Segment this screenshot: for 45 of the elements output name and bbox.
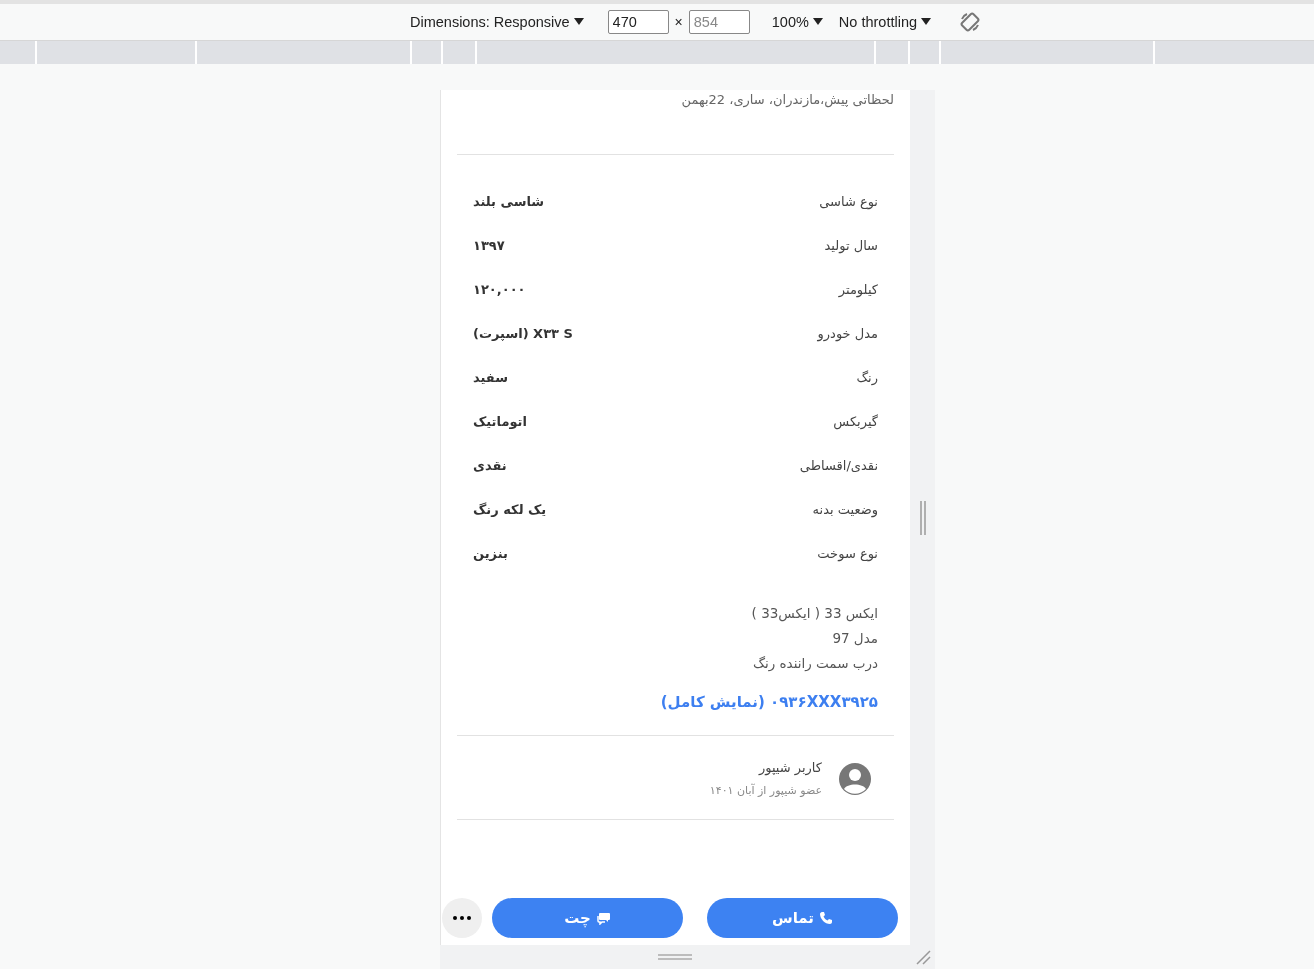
more-button[interactable] [442, 898, 482, 938]
chat-button[interactable]: چت [492, 898, 683, 938]
spec-value: X۳۳ S (اسپرت) [473, 325, 573, 341]
height-input[interactable]: 854 [688, 10, 750, 34]
member-since-text: عضو شیپور از آبان ۱۴۰۱ [709, 784, 822, 797]
location-text: لحظاتی پیش،مازندران، ساری، 22بهمن [680, 91, 894, 110]
caret-icon [921, 18, 932, 26]
width-input[interactable]: 470 [607, 10, 669, 34]
spec-value: یک لکه رنگ [473, 501, 547, 517]
spec-label: رنگ [856, 369, 878, 385]
avatar-icon [838, 761, 872, 796]
more-icon [453, 916, 471, 920]
phone-link[interactable]: ۰۹۳۶XXX۳۹۲۵ (نمایش کامل) [660, 693, 878, 711]
spec-value: اتوماتیک [473, 413, 527, 429]
caret-icon [812, 18, 823, 26]
description-line: ایکس 33 ( ایکس33 ) [750, 605, 878, 621]
chat-icon [595, 911, 611, 925]
spec-label: سال تولید [824, 237, 878, 253]
description-line: درب سمت راننده رنگ [751, 655, 878, 671]
spec-label: کیلومتر [838, 281, 878, 297]
spec-value: ۱۳۹۷ [473, 237, 505, 253]
spec-label: گیربکس [833, 413, 878, 429]
spec-label: نوع شاسی [819, 193, 878, 209]
spec-label: مدل خودرو [817, 325, 878, 341]
throttling-dropdown[interactable]: No throttling [838, 14, 932, 30]
spec-value: شاسی بلند [473, 193, 545, 209]
spec-value: بنزین [473, 545, 508, 561]
caret-icon [573, 18, 584, 26]
corner-resize-icon[interactable] [914, 949, 931, 965]
times-sign: × [674, 14, 683, 30]
seller-name: کاربر شیپور [757, 760, 822, 775]
spec-label: وضعیت بدنه [812, 501, 878, 517]
spec-label: نوع سوخت [817, 545, 878, 561]
spec-value: ۱۲۰,۰۰۰ [473, 281, 526, 297]
resize-handle[interactable] [658, 954, 692, 960]
rotate-icon[interactable] [959, 11, 982, 33]
resize-handle[interactable] [919, 500, 926, 535]
spec-label: نقدی/اقساطی [799, 457, 878, 473]
spec-value: سفید [473, 369, 508, 385]
description-line: مدل 97 [831, 630, 878, 646]
spec-value: نقدی [473, 457, 507, 473]
zoom-dropdown[interactable]: 100% [771, 14, 823, 30]
phone-icon [819, 911, 833, 925]
dimensions-dropdown[interactable]: Dimensions: Responsive [410, 14, 584, 30]
call-button[interactable]: تماس [707, 898, 898, 938]
